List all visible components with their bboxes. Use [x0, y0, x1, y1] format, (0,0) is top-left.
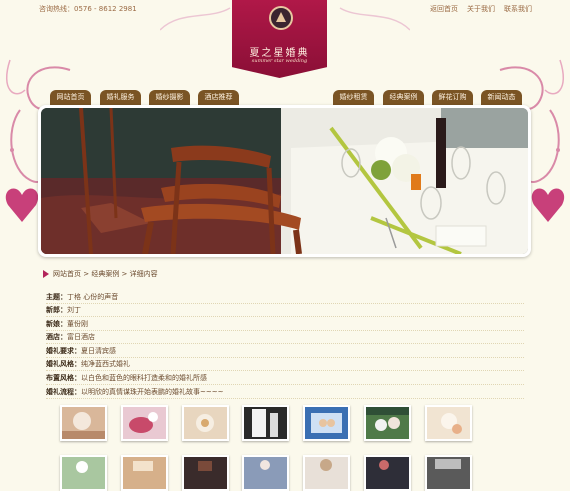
- detail-style: 婚礼风格：纯净蓝西式婚礼: [46, 358, 524, 371]
- gallery-thumbnail[interactable]: [425, 405, 472, 441]
- detail-hotel: 酒店：富日酒店: [46, 331, 524, 344]
- photo: [305, 457, 348, 489]
- detail-label: 新郎：: [46, 306, 67, 314]
- gallery-thumbnail[interactable]: [303, 455, 350, 491]
- photo: [244, 407, 287, 439]
- detail-value: 夏日清宾感: [81, 347, 116, 355]
- gallery-thumbnail[interactable]: [60, 405, 107, 441]
- breadcrumb: 网站首页 > 经典案例 > 详细内容: [53, 269, 158, 279]
- gallery-thumbnail[interactable]: [182, 455, 229, 491]
- breadcrumb-current: 详细内容: [129, 270, 158, 278]
- nav-cases[interactable]: 经典案例: [383, 90, 424, 105]
- photo: [62, 457, 105, 489]
- detail-groom: 新郎：刘丁: [46, 304, 524, 317]
- photo: [366, 457, 409, 489]
- detail-value: 丁格 心份的声音: [67, 293, 119, 301]
- detail-value: 以明欣的真情谋珠开始表鹏的婚礼故事~~~~: [81, 388, 224, 396]
- detail-value: 富日酒店: [67, 333, 95, 341]
- detail-requirement: 婚礼要求：夏日清宾感: [46, 345, 524, 358]
- detail-bride: 新娘：董份刚: [46, 318, 524, 331]
- gallery-thumbnail[interactable]: [364, 455, 411, 491]
- photo: [244, 457, 287, 489]
- breadcrumb-separator: >: [119, 270, 130, 278]
- detail-label: 酒店：: [46, 333, 67, 341]
- gallery-thumbnail[interactable]: [364, 405, 411, 441]
- photo: [305, 407, 348, 439]
- breadcrumb-separator: >: [81, 270, 92, 278]
- gallery-thumbnail[interactable]: [303, 405, 350, 441]
- breadcrumb-home[interactable]: 网站首页: [53, 270, 81, 278]
- gallery-thumbnail[interactable]: [242, 405, 289, 441]
- gallery-thumbnail[interactable]: [425, 455, 472, 491]
- link-home[interactable]: 返回首页: [430, 4, 458, 14]
- detail-label: 婚礼流程：: [46, 388, 81, 396]
- breadcrumb-arrow-icon: [43, 270, 49, 278]
- photo: [184, 457, 227, 489]
- nav-flowers[interactable]: 鲜花订购: [432, 90, 473, 105]
- nav-home[interactable]: 网站首页: [50, 90, 91, 105]
- photo: [62, 407, 105, 439]
- photo: [427, 407, 470, 439]
- gallery-thumbnail[interactable]: [242, 455, 289, 491]
- nav-wedding-service[interactable]: 婚礼服务: [100, 90, 141, 105]
- logo-subtitle: summer star wedding: [251, 58, 308, 64]
- gallery-thumbnail[interactable]: [182, 405, 229, 441]
- detail-theme: 主题：丁格 心份的声音: [46, 291, 524, 304]
- detail-value: 刘丁: [67, 306, 81, 314]
- breadcrumb-section[interactable]: 经典案例: [91, 270, 119, 278]
- detail-value: 以白色和蓝色的眼科打造柔和的婚礼所感: [81, 374, 207, 382]
- nav-dress-rental[interactable]: 婚纱租赁: [333, 90, 374, 105]
- detail-process: 婚礼流程：以明欣的真情谋珠开始表鹏的婚礼故事~~~~: [46, 386, 524, 399]
- photo: [123, 457, 166, 489]
- detail-value: 董份刚: [67, 320, 88, 328]
- detail-label: 婚礼要求：: [46, 347, 81, 355]
- logo-title: 夏之星婚典: [249, 48, 310, 59]
- detail-decoration: 布置风格：以白色和蓝色的眼科打造柔和的婚礼所感: [46, 372, 524, 385]
- detail-label: 婚礼风格：: [46, 360, 81, 368]
- detail-value: 纯净蓝西式婚礼: [81, 360, 130, 368]
- detail-label: 布置风格：: [46, 374, 81, 382]
- photo: [366, 407, 409, 439]
- nav-news[interactable]: 新闻动态: [481, 90, 522, 105]
- logo-emblem-icon: [269, 6, 293, 30]
- photo: [184, 407, 227, 439]
- gallery-thumbnail[interactable]: [121, 405, 168, 441]
- banner-photo: [41, 108, 528, 254]
- detail-label: 新娘：: [46, 320, 67, 328]
- photo: [123, 407, 166, 439]
- nav-wedding-photo[interactable]: 婚纱摄影: [149, 90, 190, 105]
- banner-frame: [38, 105, 531, 257]
- gallery-thumbnail[interactable]: [60, 455, 107, 491]
- detail-label: 主题：: [46, 293, 67, 301]
- nav-hotel[interactable]: 酒店推荐: [198, 90, 239, 105]
- gallery-thumbnail[interactable]: [121, 455, 168, 491]
- photo: [427, 457, 470, 489]
